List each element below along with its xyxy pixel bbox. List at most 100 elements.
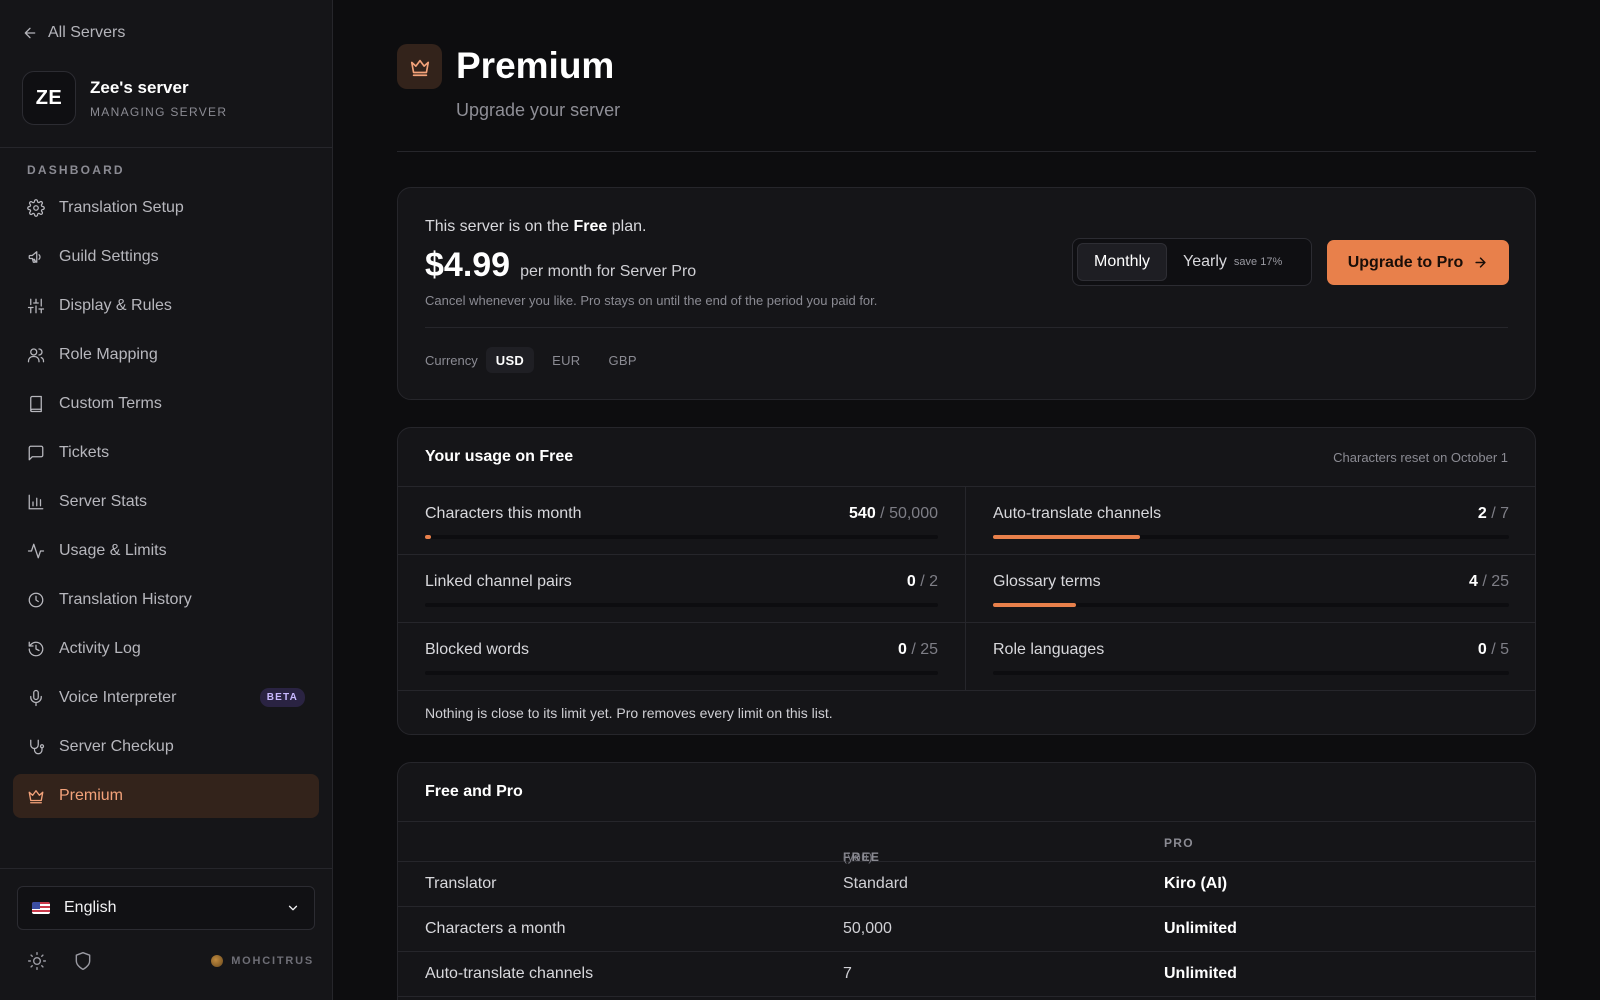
sidebar-item-voice-interpreter[interactable]: Voice Interpreter BETA <box>13 676 319 720</box>
plan-divider <box>425 327 1508 328</box>
sidebar-item-label: Premium <box>59 787 124 804</box>
sidebar-item-activity-log[interactable]: Activity Log <box>13 627 319 671</box>
message-icon <box>28 445 44 461</box>
crown-icon <box>28 790 44 804</box>
clock-icon <box>28 592 44 608</box>
back-to-all-servers-link[interactable]: All Servers <box>22 22 125 44</box>
usage-bar <box>993 535 1509 539</box>
price-row: $4.99 per month for Server Pro <box>425 246 696 285</box>
metric-glossary-terms: Glossary terms 4 / 25 <box>966 555 1535 623</box>
usage-title: Your usage on Free <box>425 448 574 465</box>
compare-table-header: FREE (you) PRO <box>398 822 1535 864</box>
sidebar-item-label: Usage & Limits <box>59 542 167 559</box>
metric-blocked-words: Blocked words 0 / 25 <box>398 623 966 691</box>
sidebar-item-label: Activity Log <box>59 640 141 657</box>
us-flag-icon <box>32 902 50 914</box>
sidebar-nav: Translation Setup Guild Settings Display… <box>13 186 319 823</box>
yearly-save-tag: save 17% <box>1233 256 1283 268</box>
mic-icon <box>30 689 42 707</box>
megaphone-icon <box>28 251 41 263</box>
sidebar-item-translation-history[interactable]: Translation History <box>13 578 319 622</box>
crown-icon <box>410 59 429 76</box>
users-icon <box>27 348 45 363</box>
billing-monthly-option[interactable]: Monthly <box>1077 243 1168 281</box>
sidebar-item-label: Translation Setup <box>59 199 184 216</box>
usage-bar-fill <box>993 603 1076 607</box>
price-note: per month for Server Pro <box>520 263 697 280</box>
sidebar-section-label: DASHBOARD <box>27 163 125 177</box>
compare-card: Free and Pro FREE (you) PRO Translator St… <box>397 762 1536 1000</box>
usage-reset-note: Characters reset on October 1 <box>1333 449 1508 465</box>
compare-card-header: Free and Pro <box>398 763 1535 822</box>
language-value: English <box>64 899 117 916</box>
compare-title: Free and Pro <box>425 783 523 800</box>
sun-icon[interactable] <box>27 951 47 971</box>
sidebar: All Servers ZE Zee's server MANAGING SER… <box>0 0 333 1000</box>
usage-card-header: Your usage on Free Characters reset on O… <box>398 428 1535 487</box>
column-pro: PRO <box>1164 836 1194 850</box>
sidebar-item-label: Custom Terms <box>59 395 162 412</box>
table-row: Characters a month 50,000 Unlimited <box>398 907 1535 952</box>
brand-name: MOHCITRUS <box>231 955 314 967</box>
sidebar-item-label: Tickets <box>59 444 110 461</box>
usage-bar <box>993 671 1509 675</box>
metric-characters: Characters this month 540 / 50,000 <box>398 487 966 555</box>
header-divider <box>397 151 1536 152</box>
history-icon <box>28 641 44 657</box>
table-row: Translator Standard Kiro (AI) <box>398 862 1535 907</box>
sidebar-item-role-mapping[interactable]: Role Mapping <box>13 333 319 377</box>
plan-card: This server is on the Free plan. $4.99 p… <box>397 187 1536 400</box>
table-row: Auto-translate channels 7 Unlimited <box>398 952 1535 997</box>
currency-label: Currency <box>425 352 478 368</box>
sliders-icon <box>27 298 45 314</box>
server-subtitle: MANAGING SERVER <box>90 104 228 119</box>
usage-bar-fill <box>425 535 431 539</box>
sidebar-item-label: Voice Interpreter <box>59 689 177 706</box>
arrow-right-icon <box>1475 257 1486 268</box>
sidebar-item-display-rules[interactable]: Display & Rules <box>13 284 319 328</box>
language-select[interactable]: English <box>17 886 315 930</box>
usage-bar <box>425 603 938 607</box>
sidebar-footer: MOHCITRUS <box>27 951 314 971</box>
book-icon <box>30 395 42 413</box>
sidebar-item-usage-limits[interactable]: Usage & Limits <box>13 529 319 573</box>
gear-icon <box>27 199 45 217</box>
currency-usd[interactable]: USD <box>485 347 535 373</box>
billing-period-toggle: Monthly Yearly save 17% <box>1072 238 1312 286</box>
cancel-note: Cancel whenever you like. Pro stays on u… <box>425 293 878 308</box>
sidebar-item-label: Server Stats <box>59 493 148 510</box>
sidebar-item-premium[interactable]: Premium <box>13 774 319 818</box>
current-plan-text: This server is on the Free plan. <box>425 218 647 235</box>
page-subtitle: Upgrade your server <box>456 100 621 120</box>
sidebar-item-label: Server Checkup <box>59 738 174 755</box>
server-avatar: ZE <box>22 71 76 125</box>
shield-icon[interactable] <box>73 951 93 971</box>
arrow-left-icon <box>24 27 36 39</box>
sidebar-item-label: Translation History <box>59 591 192 608</box>
sidebar-item-tickets[interactable]: Tickets <box>13 431 319 475</box>
sidebar-item-translation-setup[interactable]: Translation Setup <box>13 186 319 230</box>
currency-gbp[interactable]: GBP <box>598 347 646 373</box>
metric-linked-channel-pairs: Linked channel pairs 0 / 2 <box>398 555 966 623</box>
metric-auto-translate-channels: Auto-translate channels 2 / 7 <box>966 487 1535 555</box>
chevron-down-icon <box>288 905 298 911</box>
page-title: Premium <box>456 45 615 86</box>
sidebar-divider <box>0 868 332 869</box>
usage-bar-fill <box>993 535 1141 539</box>
billing-yearly-option[interactable]: Yearly save 17% <box>1167 243 1298 281</box>
sidebar-item-server-stats[interactable]: Server Stats <box>13 480 319 524</box>
usage-bar <box>993 603 1509 607</box>
brand-logo-icon <box>211 955 224 967</box>
usage-footer-note: Nothing is close to its limit yet. Pro r… <box>425 705 833 721</box>
price: $4.99 <box>425 246 511 284</box>
upgrade-to-pro-button[interactable]: Upgrade to Pro <box>1327 240 1509 285</box>
sidebar-item-guild-settings[interactable]: Guild Settings <box>13 235 319 279</box>
sidebar-item-label: Display & Rules <box>59 297 172 314</box>
currency-selector: Currency USD EUR GBP <box>425 347 647 373</box>
usage-bar <box>425 671 938 675</box>
sidebar-item-server-checkup[interactable]: Server Checkup <box>13 725 319 769</box>
server-card: ZE Zee's server MANAGING SERVER <box>22 71 227 125</box>
currency-eur[interactable]: EUR <box>542 347 590 373</box>
brand-mark: MOHCITRUS <box>211 955 314 967</box>
sidebar-item-custom-terms[interactable]: Custom Terms <box>13 382 319 426</box>
